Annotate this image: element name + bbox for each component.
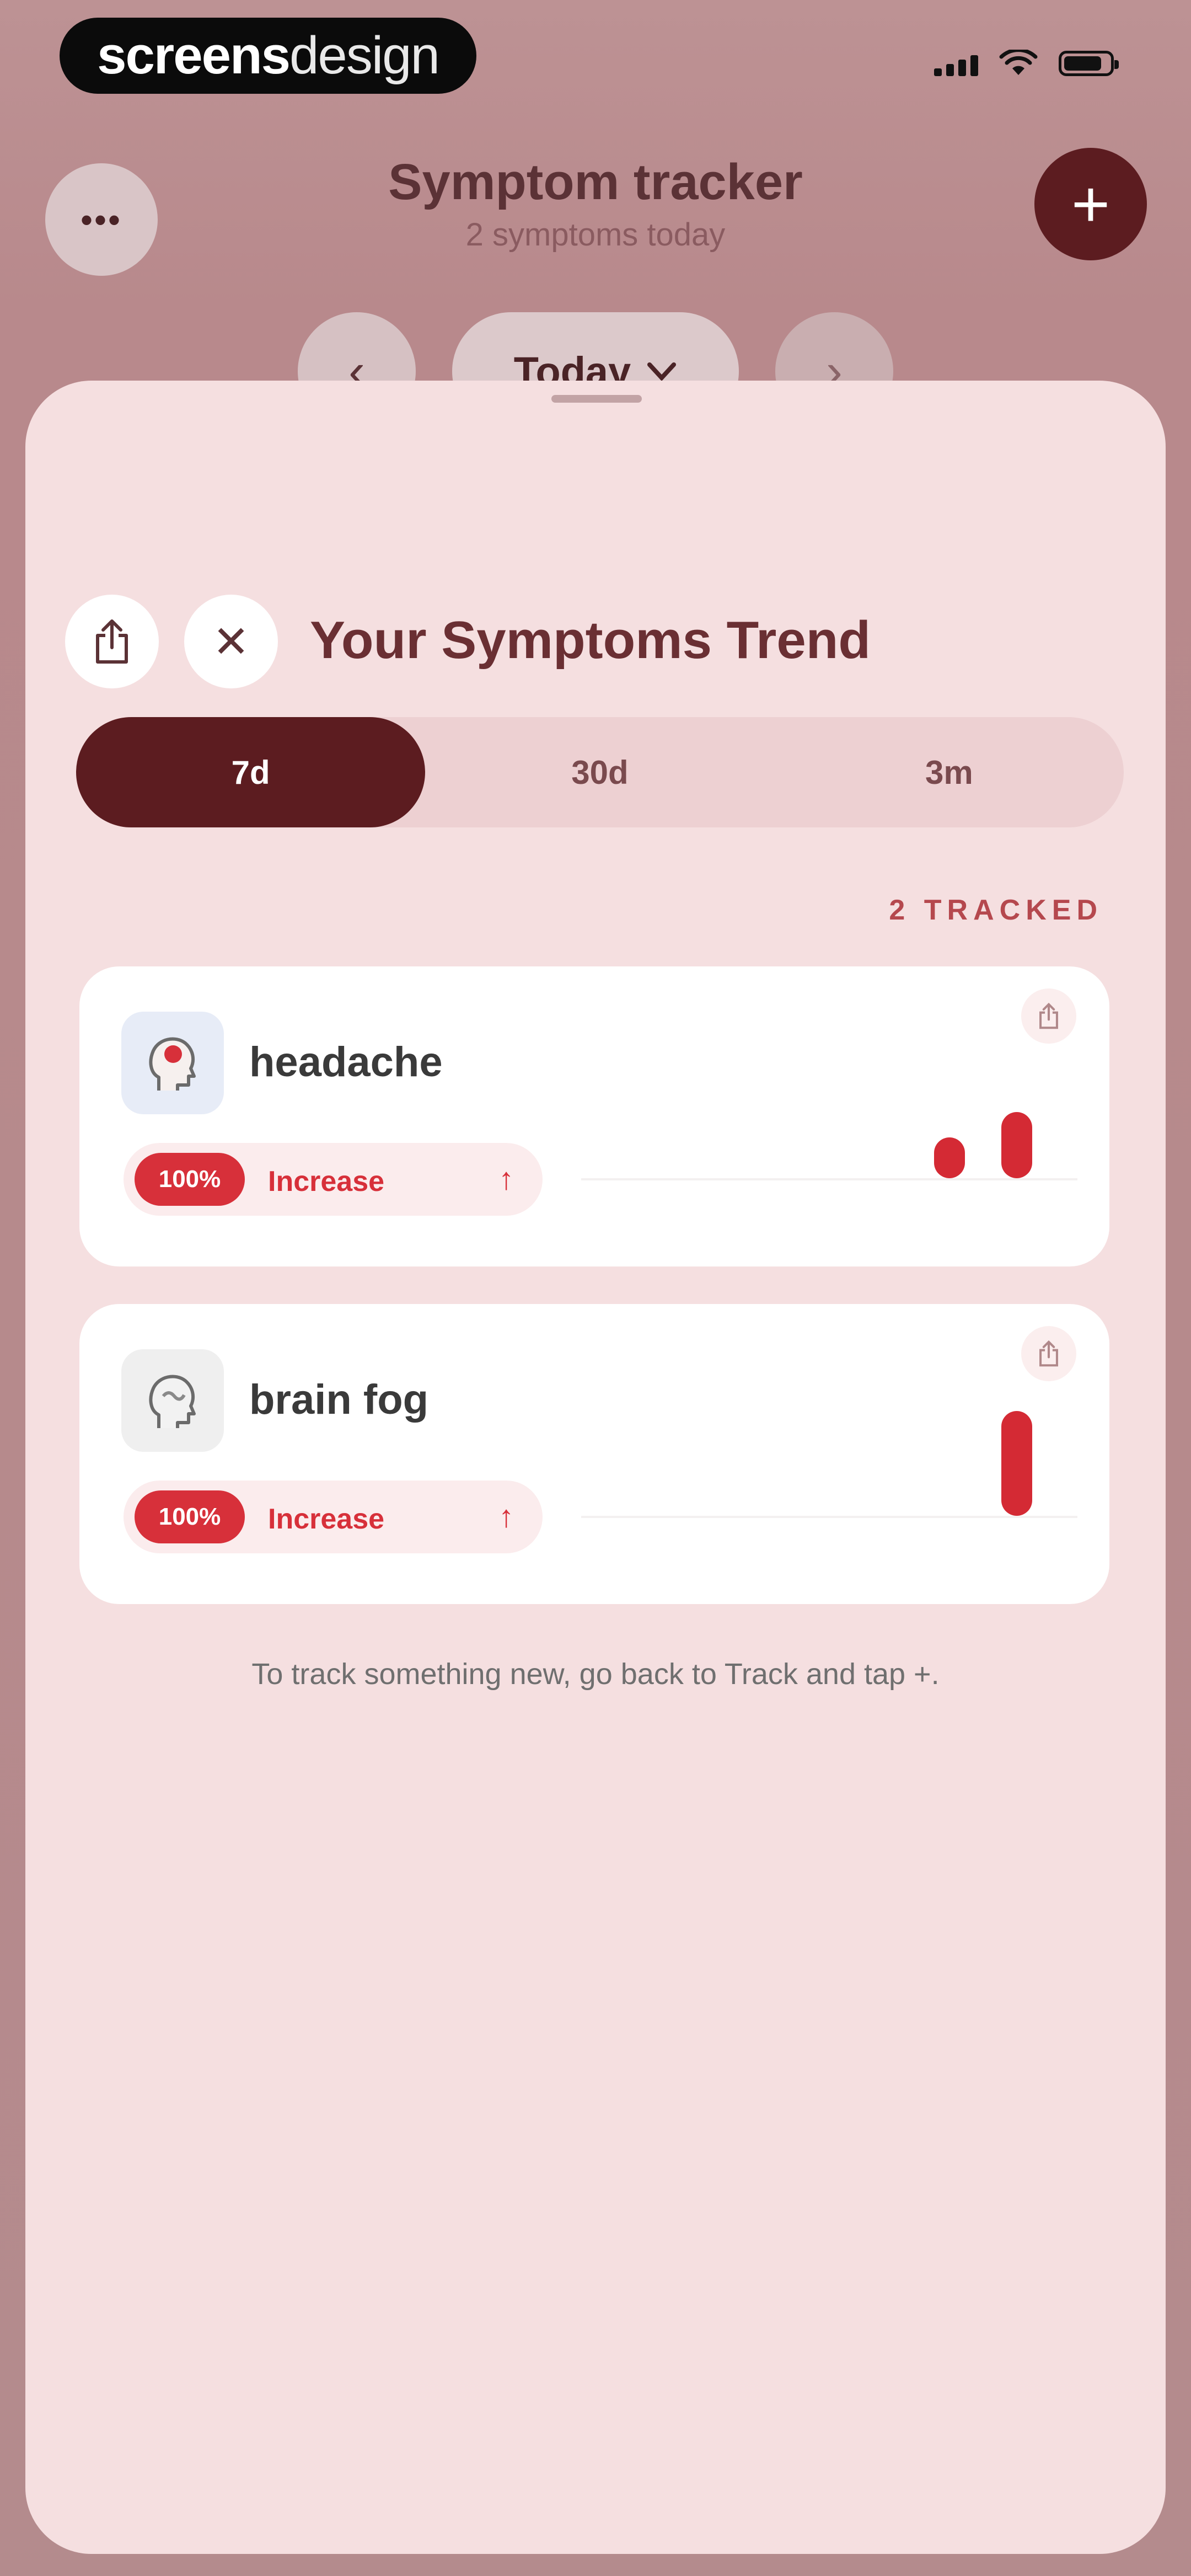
share-icon: [96, 619, 128, 664]
change-label: Increase: [268, 1166, 385, 1198]
period-selector: 7d 30d 3m: [76, 717, 1124, 827]
sheet-title: Your Symptoms Trend: [310, 611, 871, 670]
share-icon[interactable]: [1021, 988, 1076, 1044]
cellular-signal-icon: [934, 55, 978, 76]
add-symptom-button[interactable]: +: [1034, 148, 1147, 260]
close-icon: ✕: [212, 617, 250, 666]
close-button[interactable]: ✕: [184, 595, 278, 688]
trend-baseline: [581, 1516, 1077, 1518]
symptom-card-headache[interactable]: headache 100% Increase ↑: [79, 966, 1109, 1266]
symptom-name: headache: [249, 1039, 443, 1086]
trend-bar: [1001, 1112, 1032, 1178]
page-subtitle: 2 symptoms today: [465, 217, 726, 253]
brand-text-light: design: [289, 26, 440, 85]
arrow-up-icon: ↑: [498, 1499, 514, 1533]
head-pain-icon: [121, 1012, 224, 1114]
symptom-card-brain-fog[interactable]: brain fog 100% Increase ↑: [79, 1304, 1109, 1604]
wifi-icon: [999, 50, 1038, 75]
chevron-down-icon: [647, 362, 677, 381]
symptom-name: brain fog: [249, 1376, 429, 1423]
battery-icon: [1059, 51, 1119, 76]
change-summary: 100% Increase ↑: [124, 1143, 543, 1216]
brand-logo: screens design: [60, 18, 476, 94]
period-option-3m[interactable]: 3m: [775, 717, 1124, 827]
trend-baseline: [581, 1178, 1077, 1180]
share-icon[interactable]: [1021, 1326, 1076, 1381]
sheet-grabber[interactable]: [551, 395, 642, 403]
change-percent-badge: 100%: [135, 1153, 245, 1206]
status-icons: [934, 50, 1119, 76]
change-summary: 100% Increase ↑: [124, 1481, 543, 1553]
brand-text-bold: screens: [97, 26, 291, 85]
trend-bar: [1001, 1411, 1032, 1516]
trend-bar: [934, 1137, 965, 1178]
period-option-7d[interactable]: 7d: [76, 717, 426, 827]
share-button[interactable]: [65, 595, 159, 688]
footer-hint: To track something new, go back to Track…: [251, 1658, 940, 1691]
change-label: Increase: [268, 1503, 385, 1535]
arrow-up-icon: ↑: [498, 1161, 514, 1196]
page-title: Symptom tracker: [388, 154, 803, 210]
brain-fog-icon: [121, 1349, 224, 1452]
tracked-count: 2 TRACKED: [889, 894, 1103, 926]
period-option-30d[interactable]: 30d: [425, 717, 774, 827]
change-percent-badge: 100%: [135, 1490, 245, 1543]
